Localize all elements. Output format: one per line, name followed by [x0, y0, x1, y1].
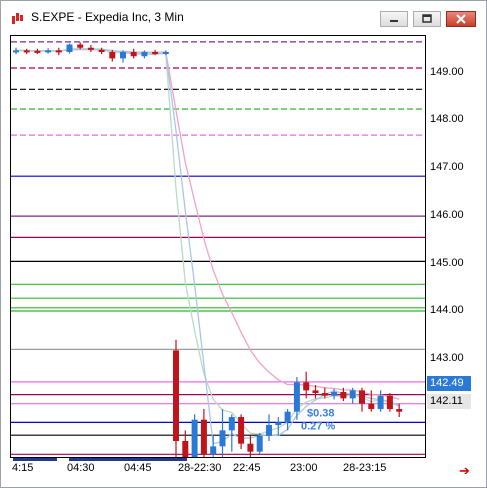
reference-price-tag: 142.11: [427, 394, 471, 409]
y-tick-label: 147.00: [430, 161, 464, 173]
candle-body: [34, 50, 41, 53]
maximize-button[interactable]: [413, 11, 441, 27]
candle-body: [312, 390, 319, 394]
y-tick-label: 144.00: [430, 304, 464, 316]
candle-body: [396, 409, 403, 412]
candle-body: [219, 430, 226, 447]
candle-body: [377, 395, 384, 410]
x-tick-label: 28-22:30: [178, 462, 222, 474]
x-tick-label: 23:00: [290, 462, 318, 474]
candle-body: [13, 50, 19, 53]
candle-body: [321, 393, 328, 396]
candle-body: [359, 390, 365, 404]
candle-body: [247, 443, 254, 452]
candle-body: [340, 391, 347, 399]
chart-app-icon: [11, 11, 25, 25]
slow-average-line: [15, 48, 400, 400]
y-tick-label: 149.00: [430, 66, 464, 78]
candle-body: [77, 44, 84, 48]
y-tick-label: 146.00: [430, 209, 464, 221]
candle-body: [210, 446, 217, 455]
candle-body: [55, 50, 62, 53]
candle-body: [45, 50, 52, 53]
candle-body: [173, 350, 179, 442]
candle-body: [66, 44, 73, 52]
x-tick-label: 4:15: [12, 462, 34, 474]
candle-body: [98, 49, 105, 52]
candle-body: [293, 382, 300, 412]
close-icon: [456, 14, 466, 24]
fast-average-line: [15, 47, 400, 435]
candlestick-chart[interactable]: $0.380.27 %: [11, 36, 425, 457]
candle-body: [200, 419, 207, 455]
candle-body: [23, 50, 30, 53]
y-tick-label: 148.00: [430, 113, 464, 125]
candle-body: [162, 51, 169, 54]
x-tick-label: 28-23:15: [343, 462, 387, 474]
last-price-tag: 142.49: [427, 376, 471, 391]
y-tick-label: 145.00: [430, 257, 464, 269]
candle-body: [386, 395, 393, 410]
candle-body: [120, 51, 126, 59]
candle-body: [141, 51, 148, 57]
close-button[interactable]: [446, 11, 476, 27]
candle-body: [109, 51, 116, 59]
candle-body: [284, 411, 291, 423]
time-axis[interactable]: 4:15 04:30 04:45 28-22:30 22:45 23:00 28…: [10, 458, 426, 480]
chart-area: $0.38 0.27 % 149.00 148.00 147.00 146.00 …: [1, 33, 486, 487]
candle-body: [87, 47, 94, 50]
minimize-button[interactable]: [380, 11, 408, 27]
candle-body: [228, 417, 235, 431]
candle-body: [266, 425, 272, 436]
change-amount-label: $0.38: [307, 407, 335, 419]
change-percent-label: 0.27 %: [301, 420, 335, 432]
candle-body: [275, 422, 282, 426]
title-bar[interactable]: S.EXPE - Expedia Inc, 3 Min: [1, 1, 486, 33]
x-tick-label: 22:45: [233, 462, 261, 474]
x-tick-label: 04:30: [67, 462, 95, 474]
candle-body: [256, 435, 263, 452]
candle-body: [130, 51, 137, 57]
candle-body: [238, 417, 245, 444]
candle-body: [331, 391, 338, 396]
candle-body: [303, 382, 310, 391]
y-tick-label: 143.00: [430, 352, 464, 364]
candle-body: [368, 403, 375, 410]
chart-window: S.EXPE - Expedia Inc, 3 Min $0.38 0.27 % …: [0, 0, 487, 488]
price-axis[interactable]: 149.00 148.00 147.00 146.00 145.00 144.0…: [426, 35, 482, 458]
maximize-icon: [422, 14, 432, 23]
candle-body: [191, 419, 198, 457]
window-title: S.EXPE - Expedia Inc, 3 Min: [31, 10, 184, 24]
x-tick-label: 04:45: [124, 462, 152, 474]
candle-body: [182, 441, 189, 457]
scroll-right-arrow-icon[interactable]: ➔: [459, 463, 470, 479]
candle-body: [349, 390, 356, 399]
price-plot[interactable]: $0.38 0.27 %: [10, 35, 426, 458]
minimize-icon: [390, 20, 398, 22]
candle-body: [152, 51, 159, 54]
